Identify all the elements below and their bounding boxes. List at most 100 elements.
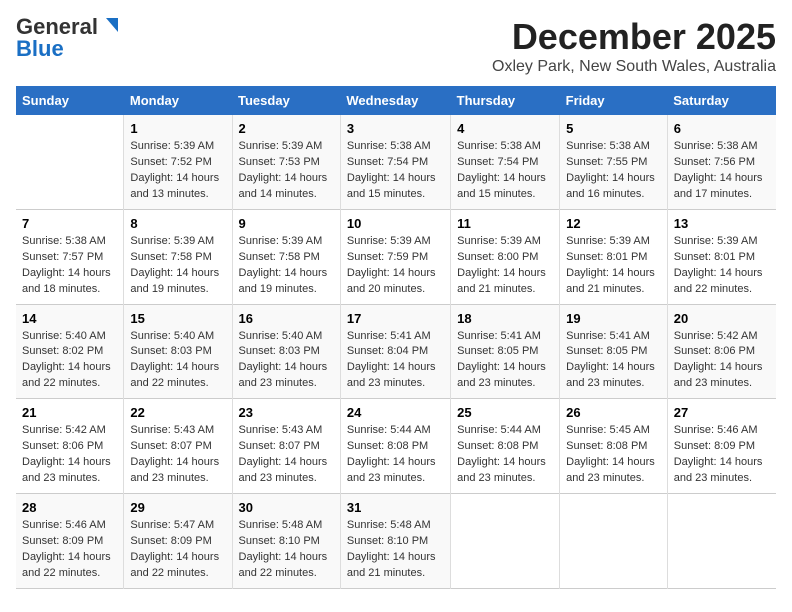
header-day-thursday: Thursday <box>451 86 560 115</box>
day-info: Sunrise: 5:38 AM Sunset: 7:55 PM Dayligh… <box>566 139 661 203</box>
day-number: 29 <box>130 500 225 515</box>
calendar-cell: 14 Sunrise: 5:40 AM Sunset: 8:02 PM Dayli… <box>16 304 124 399</box>
calendar-cell: 18Sunrise: 5:41 AM Sunset: 8:05 PM Dayli… <box>451 304 560 399</box>
header-day-wednesday: Wednesday <box>340 86 450 115</box>
calendar-cell: 20 Sunrise: 5:42 AM Sunset: 8:06 PM Dayli… <box>667 304 776 399</box>
header-day-monday: Monday <box>124 86 232 115</box>
calendar-cell <box>451 494 560 589</box>
location-title: Oxley Park, New South Wales, Australia <box>492 58 776 76</box>
day-info: Sunrise: 5:39 AM Sunset: 7:53 PM Dayligh… <box>239 139 334 203</box>
day-number: 21 <box>22 405 117 420</box>
day-number: 5 <box>566 121 661 136</box>
calendar-cell: 19 Sunrise: 5:41 AM Sunset: 8:05 PM Dayli… <box>560 304 668 399</box>
month-title: December 2025 <box>492 16 776 58</box>
calendar-cell: 24 Sunrise: 5:44 AM Sunset: 8:08 PM Dayli… <box>340 399 450 494</box>
day-number: 28 <box>22 500 117 515</box>
day-info: Sunrise: 5:42 AM Sunset: 8:06 PM Dayligh… <box>22 423 117 487</box>
calendar-cell: 26Sunrise: 5:45 AM Sunset: 8:08 PM Dayli… <box>560 399 668 494</box>
logo-triangle-icon <box>98 16 120 38</box>
calendar-cell: 10 Sunrise: 5:39 AM Sunset: 7:59 PM Dayli… <box>340 209 450 304</box>
calendar-cell: 7 Sunrise: 5:38 AM Sunset: 7:57 PM Daylig… <box>16 209 124 304</box>
day-info: Sunrise: 5:46 AM Sunset: 8:09 PM Dayligh… <box>22 518 117 582</box>
day-number: 20 <box>674 311 770 326</box>
logo: General Blue <box>16 16 120 61</box>
calendar-cell: 31 Sunrise: 5:48 AM Sunset: 8:10 PM Dayli… <box>340 494 450 589</box>
day-info: Sunrise: 5:48 AM Sunset: 8:10 PM Dayligh… <box>239 518 334 582</box>
day-info: Sunrise: 5:40 AM Sunset: 8:03 PM Dayligh… <box>130 329 225 393</box>
day-number: 4 <box>457 121 553 136</box>
week-row-4: 21 Sunrise: 5:42 AM Sunset: 8:06 PM Dayli… <box>16 399 776 494</box>
day-number: 31 <box>347 500 444 515</box>
day-info: Sunrise: 5:42 AM Sunset: 8:06 PM Dayligh… <box>674 329 770 393</box>
day-info: Sunrise: 5:46 AM Sunset: 8:09 PM Dayligh… <box>674 423 770 487</box>
calendar-cell: 27 Sunrise: 5:46 AM Sunset: 8:09 PM Dayli… <box>667 399 776 494</box>
day-number: 17 <box>347 311 444 326</box>
day-info: Sunrise: 5:47 AM Sunset: 8:09 PM Dayligh… <box>130 518 225 582</box>
day-number: 27 <box>674 405 770 420</box>
day-number: 30 <box>239 500 334 515</box>
day-info: Sunrise: 5:43 AM Sunset: 8:07 PM Dayligh… <box>130 423 225 487</box>
day-number: 24 <box>347 405 444 420</box>
day-info: Sunrise: 5:41 AM Sunset: 8:05 PM Dayligh… <box>566 329 661 393</box>
calendar-cell: 13 Sunrise: 5:39 AM Sunset: 8:01 PM Dayli… <box>667 209 776 304</box>
calendar-cell: 1Sunrise: 5:39 AM Sunset: 7:52 PM Daylig… <box>124 115 232 209</box>
day-number: 25 <box>457 405 553 420</box>
calendar-cell: 16Sunrise: 5:40 AM Sunset: 8:03 PM Dayli… <box>232 304 340 399</box>
header: General Blue December 2025 Oxley Park, N… <box>16 16 776 76</box>
day-info: Sunrise: 5:39 AM Sunset: 8:01 PM Dayligh… <box>674 234 770 298</box>
calendar-cell: 2 Sunrise: 5:39 AM Sunset: 7:53 PM Daylig… <box>232 115 340 209</box>
title-area: December 2025 Oxley Park, New South Wale… <box>492 16 776 76</box>
header-day-sunday: Sunday <box>16 86 124 115</box>
calendar-cell: 21 Sunrise: 5:42 AM Sunset: 8:06 PM Dayli… <box>16 399 124 494</box>
day-info: Sunrise: 5:40 AM Sunset: 8:02 PM Dayligh… <box>22 329 117 393</box>
day-info: Sunrise: 5:39 AM Sunset: 7:58 PM Dayligh… <box>130 234 225 298</box>
day-info: Sunrise: 5:44 AM Sunset: 8:08 PM Dayligh… <box>347 423 444 487</box>
calendar-cell: 28 Sunrise: 5:46 AM Sunset: 8:09 PM Dayli… <box>16 494 124 589</box>
day-number: 12 <box>566 216 661 231</box>
day-number: 10 <box>347 216 444 231</box>
logo-blue-text: Blue <box>16 36 64 61</box>
calendar-cell <box>16 115 124 209</box>
day-number: 8 <box>130 216 225 231</box>
header-day-friday: Friday <box>560 86 668 115</box>
day-info: Sunrise: 5:45 AM Sunset: 8:08 PM Dayligh… <box>566 423 661 487</box>
calendar-cell: 22Sunrise: 5:43 AM Sunset: 8:07 PM Dayli… <box>124 399 232 494</box>
day-info: Sunrise: 5:39 AM Sunset: 7:58 PM Dayligh… <box>239 234 334 298</box>
calendar-cell <box>667 494 776 589</box>
week-row-2: 7 Sunrise: 5:38 AM Sunset: 7:57 PM Daylig… <box>16 209 776 304</box>
day-info: Sunrise: 5:41 AM Sunset: 8:04 PM Dayligh… <box>347 329 444 393</box>
day-number: 7 <box>22 216 117 231</box>
day-number: 1 <box>130 121 225 136</box>
calendar-cell: 29 Sunrise: 5:47 AM Sunset: 8:09 PM Dayli… <box>124 494 232 589</box>
calendar-cell: 6 Sunrise: 5:38 AM Sunset: 7:56 PM Daylig… <box>667 115 776 209</box>
day-number: 15 <box>130 311 225 326</box>
week-row-1: 1Sunrise: 5:39 AM Sunset: 7:52 PM Daylig… <box>16 115 776 209</box>
calendar-cell <box>560 494 668 589</box>
calendar-cell: 11 Sunrise: 5:39 AM Sunset: 8:00 PM Dayli… <box>451 209 560 304</box>
day-info: Sunrise: 5:48 AM Sunset: 8:10 PM Dayligh… <box>347 518 444 582</box>
day-info: Sunrise: 5:38 AM Sunset: 7:54 PM Dayligh… <box>457 139 553 203</box>
calendar-cell: 17 Sunrise: 5:41 AM Sunset: 8:04 PM Dayli… <box>340 304 450 399</box>
day-number: 16 <box>239 311 334 326</box>
day-number: 19 <box>566 311 661 326</box>
day-info: Sunrise: 5:44 AM Sunset: 8:08 PM Dayligh… <box>457 423 553 487</box>
day-info: Sunrise: 5:39 AM Sunset: 8:01 PM Dayligh… <box>566 234 661 298</box>
calendar-cell: 5 Sunrise: 5:38 AM Sunset: 7:55 PM Daylig… <box>560 115 668 209</box>
calendar-cell: 3 Sunrise: 5:38 AM Sunset: 7:54 PM Daylig… <box>340 115 450 209</box>
day-info: Sunrise: 5:38 AM Sunset: 7:57 PM Dayligh… <box>22 234 117 298</box>
day-info: Sunrise: 5:43 AM Sunset: 8:07 PM Dayligh… <box>239 423 334 487</box>
day-info: Sunrise: 5:39 AM Sunset: 7:59 PM Dayligh… <box>347 234 444 298</box>
calendar-header-row: SundayMondayTuesdayWednesdayThursdayFrid… <box>16 86 776 115</box>
day-number: 3 <box>347 121 444 136</box>
calendar-cell: 9Sunrise: 5:39 AM Sunset: 7:58 PM Daylig… <box>232 209 340 304</box>
day-info: Sunrise: 5:38 AM Sunset: 7:56 PM Dayligh… <box>674 139 770 203</box>
day-info: Sunrise: 5:38 AM Sunset: 7:54 PM Dayligh… <box>347 139 444 203</box>
day-info: Sunrise: 5:39 AM Sunset: 8:00 PM Dayligh… <box>457 234 553 298</box>
day-number: 11 <box>457 216 553 231</box>
header-day-saturday: Saturday <box>667 86 776 115</box>
day-number: 14 <box>22 311 117 326</box>
week-row-3: 14 Sunrise: 5:40 AM Sunset: 8:02 PM Dayli… <box>16 304 776 399</box>
day-number: 6 <box>674 121 770 136</box>
day-number: 13 <box>674 216 770 231</box>
day-number: 2 <box>239 121 334 136</box>
